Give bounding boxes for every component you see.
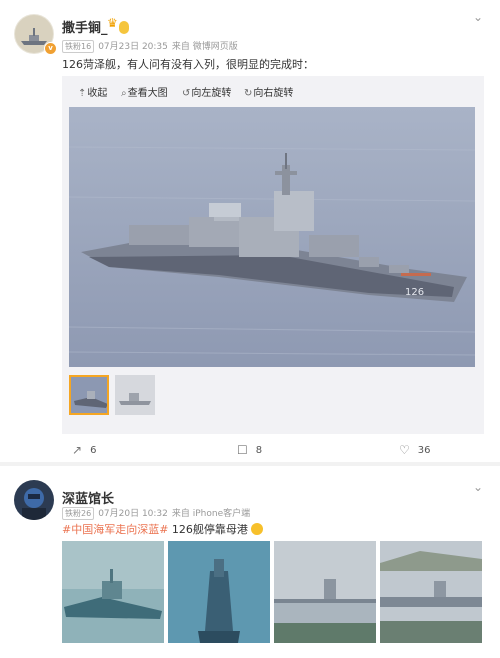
post-date[interactable]: 07月23日 20:35 bbox=[98, 42, 168, 52]
search-icon: ⌕ bbox=[121, 88, 127, 99]
rotate-right-icon: ↻ bbox=[244, 88, 253, 99]
post-text-body: 126舰停靠母港 bbox=[168, 523, 248, 536]
view-large-label: 查看大图 bbox=[127, 88, 168, 99]
chevron-down-icon[interactable]: ⌄ bbox=[473, 10, 483, 24]
image-viewer: ⇡收起 ⌕查看大图 ↺向左旋转 ↻向右旋转 126 bbox=[62, 76, 484, 434]
post-actions: ↗ 6 ☐ 8 ♡ 36 bbox=[0, 440, 500, 460]
collapse-label: 收起 bbox=[87, 88, 108, 99]
hull-number: 126 bbox=[405, 287, 424, 298]
chevron-down-icon[interactable]: ⌄ bbox=[473, 480, 483, 494]
rotate-right-button[interactable]: ↻向右旋转 bbox=[244, 84, 293, 99]
rotate-left-label: 向左旋转 bbox=[191, 88, 232, 99]
share-button[interactable]: ↗ 6 bbox=[72, 443, 96, 457]
rotate-left-button[interactable]: ↺向左旋转 bbox=[182, 84, 231, 99]
view-large-button[interactable]: ⌕查看大图 bbox=[121, 84, 168, 99]
comment-button[interactable]: ☐ 8 bbox=[237, 443, 262, 457]
post-date[interactable]: 07月20日 10:32 bbox=[98, 509, 168, 519]
like-count: 36 bbox=[417, 445, 431, 456]
collapse-icon: ⇡ bbox=[78, 88, 87, 99]
rotate-right-label: 向右旋转 bbox=[253, 88, 294, 99]
main-photo[interactable]: 126 bbox=[69, 107, 475, 367]
fan-tag: 铁粉16 bbox=[62, 40, 95, 53]
gallery-photo-2[interactable] bbox=[168, 541, 270, 643]
crown-icon: ♛ bbox=[107, 16, 118, 30]
photo-thumbnail-2[interactable] bbox=[115, 375, 155, 415]
share-icon: ↗ bbox=[72, 443, 83, 457]
laugh-emoji-icon bbox=[251, 523, 264, 535]
post-meta: 铁粉26 07月20日 10:32 来自 iPhone客户端 bbox=[62, 506, 250, 520]
hashtag-link[interactable]: #中国海军走向深蓝# bbox=[62, 523, 168, 536]
rotate-left-icon: ↺ bbox=[182, 88, 191, 99]
share-count: 6 bbox=[90, 445, 97, 456]
gallery-photo-4[interactable] bbox=[380, 541, 482, 643]
collapse-button[interactable]: ⇡收起 bbox=[78, 84, 107, 99]
username[interactable]: 撒手锏_ bbox=[62, 17, 108, 36]
comment-count: 8 bbox=[255, 445, 263, 456]
post-source: 来自 微博网页版 bbox=[171, 42, 238, 52]
level-badge bbox=[119, 21, 129, 34]
comment-icon: ☐ bbox=[237, 443, 248, 457]
username[interactable]: 深蓝馆长 bbox=[62, 488, 114, 507]
post-meta: 铁粉16 07月23日 20:35 来自 微博网页版 bbox=[62, 39, 238, 53]
thumbs-up-icon: ♡ bbox=[399, 443, 410, 457]
like-button[interactable]: ♡ 36 bbox=[399, 443, 431, 457]
fan-tag: 铁粉26 bbox=[62, 507, 95, 520]
avatar[interactable] bbox=[14, 480, 54, 520]
gallery-photo-1[interactable] bbox=[62, 541, 164, 643]
post-text: #中国海军走向深蓝# 126舰停靠母港 bbox=[62, 521, 264, 537]
photo-thumbnail-1[interactable] bbox=[69, 375, 109, 415]
verified-badge: v bbox=[44, 42, 57, 55]
feed-post-1: v 撒手锏_ ♛ ⌄ 铁粉16 07月23日 20:35 来自 微博网页版 126菏… bbox=[0, 0, 500, 462]
post-text: 126菏泽舰，有人问有没有入列，很明显的完成时： bbox=[62, 58, 314, 71]
gallery-photo-3[interactable] bbox=[274, 541, 376, 643]
post-source: 来自 iPhone客户端 bbox=[171, 509, 251, 519]
